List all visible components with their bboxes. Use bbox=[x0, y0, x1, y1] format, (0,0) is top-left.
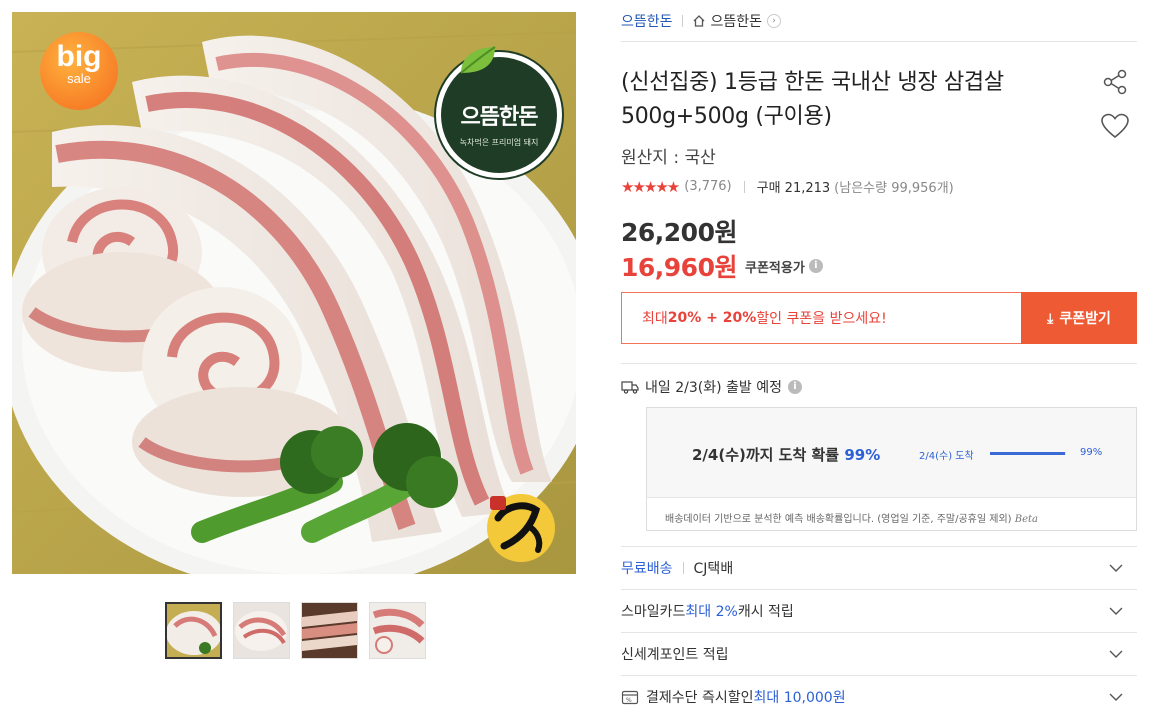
purchase-count: 구매 21,213 bbox=[756, 181, 831, 196]
shinsegae-point-label: 신세계포인트 적립 bbox=[621, 647, 729, 663]
share-icon[interactable] bbox=[1101, 68, 1129, 96]
logo-subtitle: 녹차먹은 프리미엄 돼지 bbox=[459, 138, 539, 147]
get-coupon-button[interactable]: ⤓ 쿠폰받기 bbox=[1021, 292, 1137, 344]
coupon-applied-label: 쿠폰적용가 bbox=[744, 260, 805, 276]
info-icon[interactable]: i bbox=[808, 259, 823, 273]
shipping-row: 내일 2/3(화) 출발 예정 i bbox=[621, 377, 802, 397]
review-count[interactable]: (3,776) bbox=[684, 179, 731, 194]
svg-text:%: % bbox=[626, 697, 632, 704]
chevron-down-icon[interactable] bbox=[1109, 561, 1123, 575]
divider bbox=[621, 363, 1137, 364]
badge-big-text: big bbox=[56, 40, 102, 73]
forecast-percent: 99% bbox=[844, 446, 881, 464]
coupon-discount: 20% + 20% bbox=[667, 310, 757, 326]
forecast-bar-percent: 99% bbox=[1080, 447, 1103, 458]
thumbnail-2[interactable] bbox=[233, 602, 290, 659]
payment-discount-row[interactable]: % 결제수단 즉시할인 최대 10,000원 bbox=[621, 675, 1137, 718]
calendar-discount-icon: % bbox=[621, 690, 639, 705]
brand-link[interactable]: 으뜸한돈 bbox=[621, 11, 673, 31]
smile-card-rate: 최대 2% bbox=[685, 604, 738, 620]
heart-icon[interactable] bbox=[1100, 112, 1130, 140]
breadcrumb-divider bbox=[681, 14, 683, 27]
home-icon bbox=[693, 14, 704, 27]
thumbnail-image bbox=[370, 603, 425, 658]
delivery-forecast-box: 2/4(수)까지 도착 확률 99% 2/4(수) 도착 99% 배송데이터 기… bbox=[646, 407, 1137, 531]
chevron-down-icon[interactable] bbox=[1109, 647, 1123, 661]
original-price: 26,200원 bbox=[621, 218, 737, 247]
truck-icon bbox=[621, 381, 639, 394]
hando-seal-logo bbox=[487, 494, 555, 562]
origin-info: 원산지 : 국산 bbox=[621, 148, 716, 168]
rating-row: ★★★★★ (3,776) 구매 21,213 (남은수량 99,956개) bbox=[621, 177, 954, 197]
coupon-suffix: 할인 쿠폰을 받으세요! bbox=[756, 311, 887, 327]
beta-label: Beta bbox=[1014, 514, 1038, 525]
product-main-image: big sale 으뜸한돈 녹차먹은 프리미엄 돼지 bbox=[12, 12, 576, 574]
rating-divider bbox=[743, 180, 745, 193]
free-shipping-label: 무료배송 bbox=[621, 561, 673, 577]
benefit-options-list: 무료배송 CJ택배 스마일카드 최대 2% 캐시 적립 신세계포인트 적립 % … bbox=[621, 546, 1137, 718]
smile-card-suffix: 캐시 적립 bbox=[737, 604, 794, 620]
forecast-text: 2/4(수)까지 도착 확률 bbox=[692, 446, 845, 464]
get-coupon-label: 쿠폰받기 bbox=[1059, 310, 1111, 326]
brand-logo: 으뜸한돈 녹차먹은 프리미엄 돼지 bbox=[436, 46, 562, 178]
sale-price-row: 16,960원 쿠폰적용가 i bbox=[621, 248, 823, 284]
chevron-right-icon[interactable]: › bbox=[767, 13, 782, 28]
thumbnail-4[interactable] bbox=[369, 602, 426, 659]
thumbnail-image bbox=[234, 603, 289, 658]
forecast-progress-fill bbox=[990, 452, 1066, 455]
big-sale-badge: big sale bbox=[40, 32, 118, 110]
smile-card-row[interactable]: 스마일카드 최대 2% 캐시 적립 bbox=[621, 589, 1137, 632]
badge-sale-text: sale bbox=[67, 71, 91, 86]
chevron-down-icon[interactable] bbox=[1109, 690, 1123, 704]
shipping-info-icon[interactable]: i bbox=[787, 380, 802, 394]
payment-discount-amount: 최대 10,000원 bbox=[753, 690, 846, 706]
download-icon: ⤓ bbox=[1047, 309, 1054, 326]
stock-remaining: (남은수량 99,956개) bbox=[834, 181, 954, 196]
thumbnail-image bbox=[302, 603, 357, 658]
store-link[interactable]: 으뜸한돈 bbox=[711, 11, 763, 31]
chevron-down-icon[interactable] bbox=[1109, 604, 1123, 618]
coupon-promo-box: 최대 20% + 20% 할인 쿠폰을 받으세요! bbox=[621, 292, 1021, 344]
product-title: (신선집중) 1등급 한돈 국내산 냉장 삼겹살 500g+500g (구이용) bbox=[621, 70, 1004, 129]
delivery-option-row[interactable]: 무료배송 CJ택배 bbox=[621, 546, 1137, 589]
shinsegae-point-row[interactable]: 신세계포인트 적립 bbox=[621, 632, 1137, 675]
forecast-bar-label: 2/4(수) 도착 bbox=[919, 451, 974, 462]
forecast-headline: 2/4(수)까지 도착 확률 99% bbox=[692, 444, 880, 465]
forecast-progress-track bbox=[990, 452, 1066, 455]
star-rating: ★★★★★ bbox=[621, 177, 680, 196]
thumbnail-3[interactable] bbox=[301, 602, 358, 659]
breadcrumb: 으뜸한돈 으뜸한돈 › bbox=[621, 0, 1137, 42]
logo-name: 으뜸한돈 bbox=[460, 105, 539, 130]
forecast-note-text: 배송데이터 기반으로 분석한 예측 배송확률입니다. (영업일 기준, 주말/공… bbox=[665, 514, 1015, 525]
leaf-icon bbox=[460, 46, 496, 74]
forecast-note: 배송데이터 기반으로 분석한 예측 배송확률입니다. (영업일 기준, 주말/공… bbox=[647, 498, 1136, 525]
thumbnail-image bbox=[167, 604, 220, 657]
forecast-summary: 2/4(수)까지 도착 확률 99% 2/4(수) 도착 99% bbox=[647, 408, 1136, 498]
option-divider bbox=[682, 562, 684, 574]
product-info-panel: 으뜸한돈 으뜸한돈 › (신선집중) 1등급 한돈 국내산 냉장 삼겹살 500… bbox=[621, 0, 1137, 706]
payment-discount-prefix: 결제수단 즉시할인 bbox=[646, 690, 754, 706]
shipping-label: 내일 2/3(화) 출발 예정 bbox=[645, 380, 782, 396]
sale-price: 16,960원 bbox=[621, 253, 737, 282]
thumbnail-strip bbox=[165, 602, 426, 659]
smile-card-prefix: 스마일카드 bbox=[621, 604, 686, 620]
courier-label: CJ택배 bbox=[693, 561, 734, 577]
thumbnail-1[interactable] bbox=[165, 602, 222, 659]
coupon-prefix: 최대 bbox=[642, 311, 668, 327]
